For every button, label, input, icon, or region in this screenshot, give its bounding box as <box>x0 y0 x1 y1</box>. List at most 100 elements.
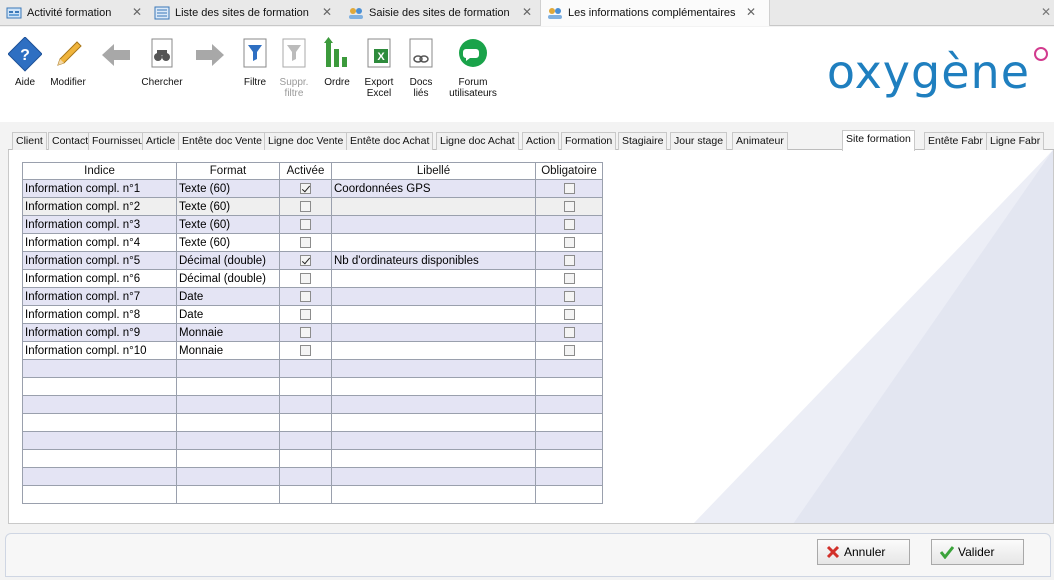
cell-activee[interactable] <box>279 323 332 342</box>
obligatoire-checkbox[interactable] <box>563 308 575 320</box>
cell-indice[interactable]: Information compl. n°6 <box>22 269 177 288</box>
obligatoire-checkbox[interactable] <box>563 326 575 338</box>
cell-format[interactable]: Date <box>176 287 280 306</box>
cell-indice[interactable]: Information compl. n°5 <box>22 251 177 270</box>
empty-cell[interactable] <box>535 413 603 432</box>
validate-button[interactable]: Valider <box>931 539 1024 565</box>
tab-jour-stage[interactable]: Jour stage <box>670 132 728 150</box>
tab-entete-fabr[interactable]: Entête Fabr <box>924 132 987 150</box>
cell-activee[interactable] <box>279 179 332 198</box>
doc-tab-saisie-sites[interactable]: Saisie des sites de formation ✕ <box>342 0 540 26</box>
filter-button[interactable]: Filtre <box>238 37 272 88</box>
table-row[interactable]: Information compl. n°5 Décimal (double) Nb… <box>22 251 603 270</box>
table-row[interactable]: Information compl. n°1 Texte (60) Coordonn… <box>22 179 603 198</box>
cell-format[interactable]: Texte (60) <box>176 197 280 216</box>
empty-cell[interactable] <box>22 413 177 432</box>
empty-cell[interactable] <box>22 485 177 504</box>
cancel-button[interactable]: Annuler <box>817 539 910 565</box>
cell-format[interactable]: Date <box>176 305 280 324</box>
close-icon[interactable]: ✕ <box>322 6 332 18</box>
empty-cell[interactable] <box>279 359 332 378</box>
cell-activee[interactable] <box>279 251 332 270</box>
empty-cell[interactable] <box>176 467 280 486</box>
empty-row[interactable] <box>22 431 603 450</box>
cell-libelle[interactable] <box>331 323 536 342</box>
cell-format[interactable]: Monnaie <box>176 323 280 342</box>
empty-cell[interactable] <box>176 449 280 468</box>
empty-cell[interactable] <box>331 467 536 486</box>
cell-libelle[interactable] <box>331 215 536 234</box>
obligatoire-checkbox[interactable] <box>563 182 575 194</box>
table-row[interactable]: Information compl. n°7 Date <box>22 287 603 306</box>
empty-cell[interactable] <box>176 485 280 504</box>
tab-article[interactable]: Article <box>142 132 180 150</box>
cell-libelle[interactable] <box>331 233 536 252</box>
obligatoire-checkbox[interactable] <box>563 344 575 356</box>
column-header-format[interactable]: Format <box>176 162 280 180</box>
table-row[interactable]: Information compl. n°9 Monnaie <box>22 323 603 342</box>
empty-cell[interactable] <box>22 395 177 414</box>
cell-format[interactable]: Monnaie <box>176 341 280 360</box>
empty-cell[interactable] <box>279 413 332 432</box>
empty-cell[interactable] <box>535 449 603 468</box>
column-header-indice[interactable]: Indice <box>22 162 177 180</box>
tab-ligne-fabr[interactable]: Ligne Fabr <box>986 132 1045 150</box>
empty-cell[interactable] <box>176 377 280 396</box>
empty-row[interactable] <box>22 377 603 396</box>
tab-contact[interactable]: Contact <box>48 132 93 150</box>
cell-indice[interactable]: Information compl. n°4 <box>22 233 177 252</box>
cell-indice[interactable]: Information compl. n°1 <box>22 179 177 198</box>
obligatoire-checkbox[interactable] <box>563 236 575 248</box>
cell-libelle[interactable] <box>331 287 536 306</box>
empty-row[interactable] <box>22 395 603 414</box>
cell-format[interactable]: Texte (60) <box>176 215 280 234</box>
empty-row[interactable] <box>22 449 603 468</box>
empty-row[interactable] <box>22 467 603 486</box>
empty-cell[interactable] <box>279 485 332 504</box>
cell-libelle[interactable] <box>331 197 536 216</box>
activee-checkbox[interactable] <box>300 290 311 302</box>
empty-cell[interactable] <box>22 359 177 378</box>
doc-tab-informations-complementaires[interactable]: Les informations complémentaires ✕ <box>540 0 770 26</box>
empty-cell[interactable] <box>279 377 332 396</box>
cell-activee[interactable] <box>279 233 332 252</box>
tab-ligne-doc-achat[interactable]: Ligne doc Achat <box>436 132 519 150</box>
doc-tab-activite-formation[interactable]: Activité formation ✕ <box>0 0 148 26</box>
close-icon[interactable]: ✕ <box>132 6 142 18</box>
empty-cell[interactable] <box>176 413 280 432</box>
cell-activee[interactable] <box>279 287 332 306</box>
tab-stagiaire[interactable]: Stagiaire <box>618 132 668 150</box>
forum-button[interactable]: Forum utilisateurs <box>443 37 503 99</box>
empty-cell[interactable] <box>331 413 536 432</box>
empty-cell[interactable] <box>176 431 280 450</box>
table-row[interactable]: Information compl. n°4 Texte (60) <box>22 233 603 252</box>
tab-action[interactable]: Action <box>522 132 560 150</box>
cell-obligatoire[interactable] <box>535 341 603 360</box>
empty-cell[interactable] <box>176 395 280 414</box>
cell-obligatoire[interactable] <box>535 215 603 234</box>
empty-cell[interactable] <box>331 377 536 396</box>
cell-obligatoire[interactable] <box>535 233 603 252</box>
cell-indice[interactable]: Information compl. n°7 <box>22 287 177 306</box>
obligatoire-checkbox[interactable] <box>563 218 575 230</box>
cell-libelle[interactable]: Nb d'ordinateurs disponibles <box>331 251 536 270</box>
empty-cell[interactable] <box>279 431 332 450</box>
edit-button[interactable]: Modifier <box>48 37 88 88</box>
empty-cell[interactable] <box>535 431 603 450</box>
activee-checkbox[interactable] <box>300 272 311 284</box>
obligatoire-checkbox[interactable] <box>563 272 575 284</box>
cell-format[interactable]: Décimal (double) <box>176 251 280 270</box>
cell-obligatoire[interactable] <box>535 251 603 270</box>
cell-libelle[interactable]: Coordonnées GPS <box>331 179 536 198</box>
obligatoire-checkbox[interactable] <box>563 254 575 266</box>
close-icon[interactable]: ✕ <box>522 6 532 18</box>
cell-obligatoire[interactable] <box>535 269 603 288</box>
activee-checkbox[interactable] <box>300 182 311 194</box>
empty-cell[interactable] <box>331 449 536 468</box>
empty-cell[interactable] <box>22 431 177 450</box>
tab-client[interactable]: Client <box>12 132 47 150</box>
cell-indice[interactable]: Information compl. n°8 <box>22 305 177 324</box>
order-button[interactable]: Ordre <box>320 37 354 88</box>
cell-indice[interactable]: Information compl. n°2 <box>22 197 177 216</box>
cell-obligatoire[interactable] <box>535 179 603 198</box>
